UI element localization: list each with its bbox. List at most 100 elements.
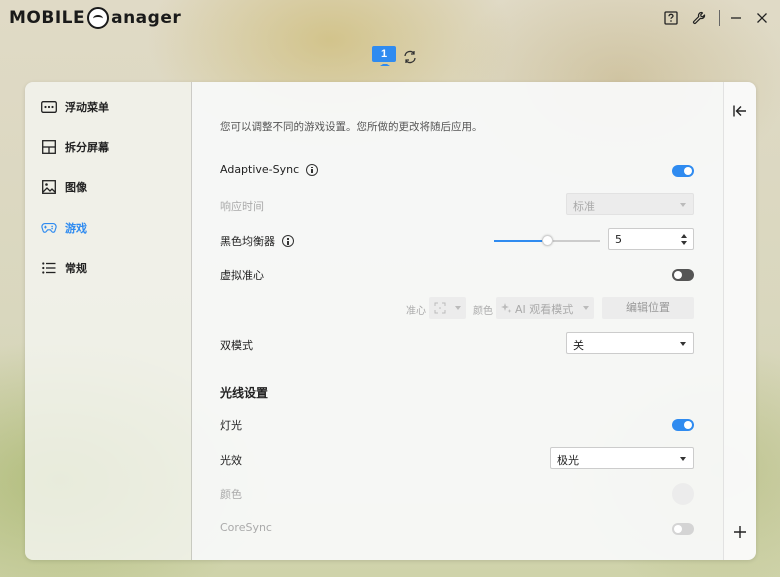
chevron-down-icon — [583, 306, 589, 310]
crosshair-icon — [434, 302, 446, 314]
crosshair-type-label: 准心 — [406, 306, 426, 317]
sidebar-item-label: 常规 — [65, 262, 87, 275]
ai-sparkle-icon — [501, 303, 512, 313]
light-effect-row: 光效 极光 — [220, 447, 694, 473]
light-label: 灯光 — [220, 419, 242, 432]
collapse-left-icon — [733, 105, 746, 117]
crosshair-label: 虚拟准心 — [220, 269, 264, 282]
crosshair-color-label: 颜色 — [473, 306, 493, 317]
adaptive-sync-toggle[interactable] — [672, 165, 694, 177]
settings-button[interactable] — [689, 8, 709, 28]
response-time-row: 响应时间 标准 — [220, 193, 694, 219]
black-equalizer-slider[interactable] — [494, 235, 600, 246]
chevron-down-icon — [455, 306, 461, 310]
help-button[interactable] — [661, 8, 681, 28]
list-icon — [41, 260, 57, 276]
sidebar-item-label: 游戏 — [65, 222, 87, 235]
monitor-number: 1 — [372, 46, 396, 62]
light-row: 灯光 — [220, 412, 694, 438]
titlebar-divider — [719, 10, 720, 26]
toggle-knob — [684, 421, 692, 429]
coresync-label: CoreSync — [220, 521, 272, 534]
refresh-button[interactable] — [402, 49, 418, 65]
response-time-select[interactable]: 标准 — [566, 193, 694, 215]
color-label: 颜色 — [220, 488, 242, 501]
coresync-row: CoreSync — [220, 516, 694, 542]
sidebar-item-general[interactable]: 常规 — [25, 248, 191, 288]
black-equalizer-value: 5 — [615, 233, 622, 246]
black-equalizer-label-text: 黑色均衡器 — [220, 235, 275, 248]
sidebar-item-floating-menu[interactable]: 浮动菜单 — [25, 87, 191, 127]
right-rail — [723, 82, 756, 560]
crosshair-row: 虚拟准心 — [220, 262, 694, 288]
slider-thumb[interactable] — [542, 235, 553, 246]
menu-dots-icon — [41, 99, 57, 115]
page-description: 您可以调整不同的游戏设置。您所做的更改将随后应用。 — [220, 121, 483, 133]
logo-text-left: MOBILE — [9, 8, 86, 28]
dual-mode-row: 双模式 关 — [220, 332, 694, 358]
sidebar-item-label: 拆分屏幕 — [65, 141, 109, 154]
toggle-knob — [674, 271, 682, 279]
refresh-icon — [404, 50, 416, 64]
light-effect-label: 光效 — [220, 454, 242, 467]
sidebar-item-label: 图像 — [65, 181, 87, 194]
stepper-up-icon[interactable] — [681, 234, 687, 238]
black-equalizer-stepper[interactable]: 5 — [608, 228, 694, 250]
app-logo: MOBILE anager — [9, 6, 181, 30]
info-icon[interactable] — [306, 163, 319, 176]
logo-badge-icon — [87, 7, 110, 29]
color-picker[interactable] — [672, 483, 694, 505]
crosshair-type-select[interactable] — [429, 297, 466, 319]
stepper-down-icon[interactable] — [681, 241, 687, 245]
sidebar-item-label: 浮动菜单 — [65, 101, 109, 114]
split-screen-icon — [41, 139, 57, 155]
crosshair-mode-select[interactable]: AI 观看模式 — [496, 297, 594, 319]
dual-mode-value: 关 — [573, 339, 584, 352]
adaptive-sync-row: Adaptive-Sync — [220, 158, 694, 184]
dual-mode-select[interactable]: 关 — [566, 332, 694, 354]
response-time-value: 标准 — [573, 200, 595, 213]
wrench-icon — [692, 11, 706, 25]
response-time-label: 响应时间 — [220, 200, 264, 213]
black-equalizer-row: 黑色均衡器 5 — [220, 228, 694, 254]
crosshair-mode-value: AI 观看模式 — [515, 303, 574, 316]
sidebar: 浮动菜单 拆分屏幕 图像 游戏 常规 — [25, 82, 191, 560]
add-button[interactable] — [732, 524, 748, 540]
adaptive-sync-label: Adaptive-Sync — [220, 163, 319, 176]
close-icon — [757, 13, 767, 23]
adaptive-sync-label-text: Adaptive-Sync — [220, 163, 300, 176]
sidebar-item-split-screen[interactable]: 拆分屏幕 — [25, 127, 191, 167]
settings-content: 您可以调整不同的游戏设置。您所做的更改将随后应用。 Adaptive-Sync … — [192, 82, 723, 560]
chevron-down-icon — [680, 342, 686, 346]
crosshair-toggle[interactable] — [672, 269, 694, 281]
light-effect-select[interactable]: 极光 — [550, 447, 694, 469]
chevron-down-icon — [680, 203, 686, 207]
title-bar: MOBILE anager — [0, 0, 780, 36]
gamepad-icon — [41, 220, 57, 236]
edit-position-button[interactable]: 编辑位置 — [602, 297, 694, 319]
sidebar-item-image[interactable]: 图像 — [25, 167, 191, 207]
light-effect-value: 极光 — [557, 454, 579, 467]
coresync-toggle[interactable] — [672, 523, 694, 535]
minimize-icon — [731, 17, 741, 19]
plus-icon — [734, 526, 746, 538]
close-button[interactable] — [752, 8, 772, 28]
main-panel: 浮动菜单 拆分屏幕 图像 游戏 常规 您可以调整不同的游戏设置。您所做的更改将随… — [25, 82, 756, 560]
help-icon — [664, 11, 678, 25]
color-row: 颜色 — [220, 481, 694, 507]
minimize-button[interactable] — [726, 8, 746, 28]
monitor-stand-icon — [380, 62, 390, 66]
lighting-section-title: 光线设置 — [220, 386, 269, 400]
collapse-panel-button[interactable] — [732, 103, 748, 119]
toggle-knob — [684, 167, 692, 175]
crosshair-options-row: 准心 颜色 AI 观看模式 编辑位置 — [220, 297, 694, 323]
dual-mode-label: 双模式 — [220, 339, 253, 352]
logo-text-right: anager — [111, 8, 182, 28]
info-icon[interactable] — [282, 235, 294, 247]
chevron-down-icon — [680, 457, 686, 461]
slider-fill — [494, 240, 547, 242]
monitor-selector[interactable]: 1 — [372, 46, 398, 68]
light-toggle[interactable] — [672, 419, 694, 431]
sidebar-item-game[interactable]: 游戏 — [25, 208, 191, 248]
toggle-knob — [674, 525, 682, 533]
